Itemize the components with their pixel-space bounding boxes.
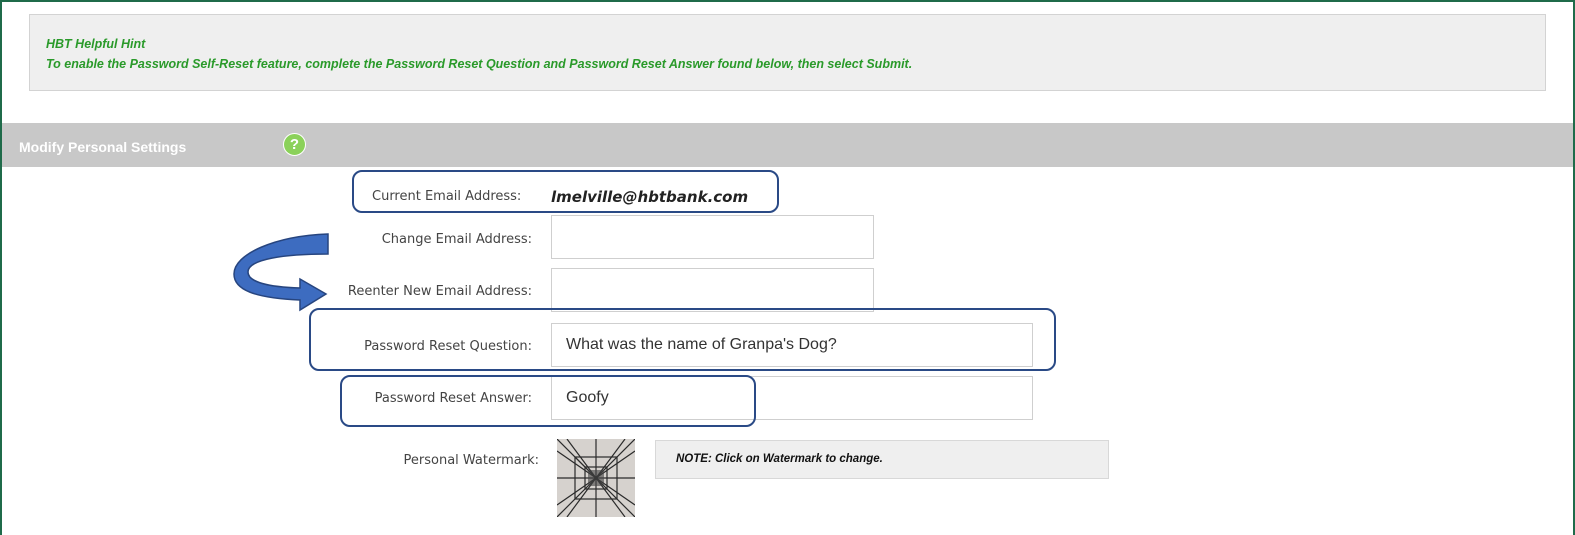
hint-title: HBT Helpful Hint bbox=[46, 37, 146, 51]
current-email-label: Current Email Address: bbox=[372, 189, 522, 204]
help-question-icon[interactable]: ? bbox=[283, 133, 306, 156]
watermark-note: NOTE: Click on Watermark to change. bbox=[676, 453, 883, 465]
watermark-label: Personal Watermark: bbox=[403, 453, 539, 468]
reset-question-input[interactable] bbox=[551, 323, 1033, 367]
section-header: Modify Personal Settings ? bbox=[2, 123, 1573, 167]
reset-question-label: Password Reset Question: bbox=[364, 339, 532, 354]
change-email-input[interactable] bbox=[551, 215, 874, 259]
section-title: Modify Personal Settings bbox=[19, 139, 187, 155]
helpful-hint-box: HBT Helpful Hint To enable the Password … bbox=[29, 14, 1546, 91]
reset-answer-label: Password Reset Answer: bbox=[374, 391, 532, 406]
current-email-value: lmelville@hbtbank.com bbox=[551, 188, 749, 206]
reenter-email-label: Reenter New Email Address: bbox=[347, 284, 532, 299]
watermark-image[interactable] bbox=[557, 439, 635, 517]
reenter-email-input[interactable] bbox=[551, 268, 874, 312]
reset-answer-input[interactable] bbox=[551, 376, 1033, 420]
hint-text: To enable the Password Self-Reset featur… bbox=[46, 57, 913, 71]
tower-lattice-icon bbox=[557, 439, 635, 517]
watermark-note-box: NOTE: Click on Watermark to change. bbox=[655, 440, 1109, 479]
curved-arrow-icon bbox=[233, 233, 329, 312]
change-email-label: Change Email Address: bbox=[381, 232, 532, 247]
